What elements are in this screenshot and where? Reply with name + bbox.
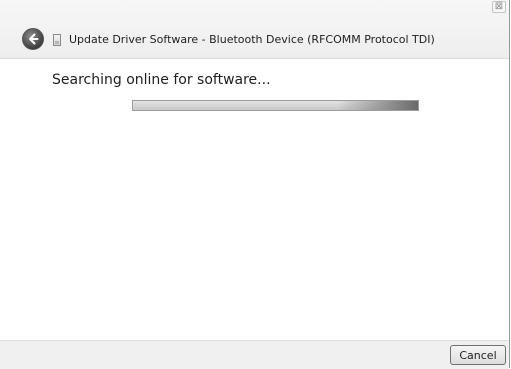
update-driver-dialog: ⊠ Update Driver Software - Bluetooth Dev… (0, 0, 510, 369)
back-button[interactable] (22, 28, 44, 50)
status-text: Searching online for software... (52, 72, 271, 88)
dialog-title: Update Driver Software - Bluetooth Devic… (69, 33, 435, 46)
close-button[interactable]: ⊠ (492, 1, 506, 13)
cancel-button[interactable]: Cancel (450, 345, 506, 365)
dialog-content: Searching online for software... (0, 59, 509, 340)
driver-device-icon (53, 34, 61, 46)
progress-glow (338, 101, 418, 110)
close-icon: ⊠ (494, 1, 504, 12)
dialog-footer: Cancel (0, 340, 509, 369)
dialog-header: ⊠ Update Driver Software - Bluetooth Dev… (0, 0, 509, 59)
back-arrow-icon (29, 33, 39, 45)
progress-bar (132, 100, 419, 111)
